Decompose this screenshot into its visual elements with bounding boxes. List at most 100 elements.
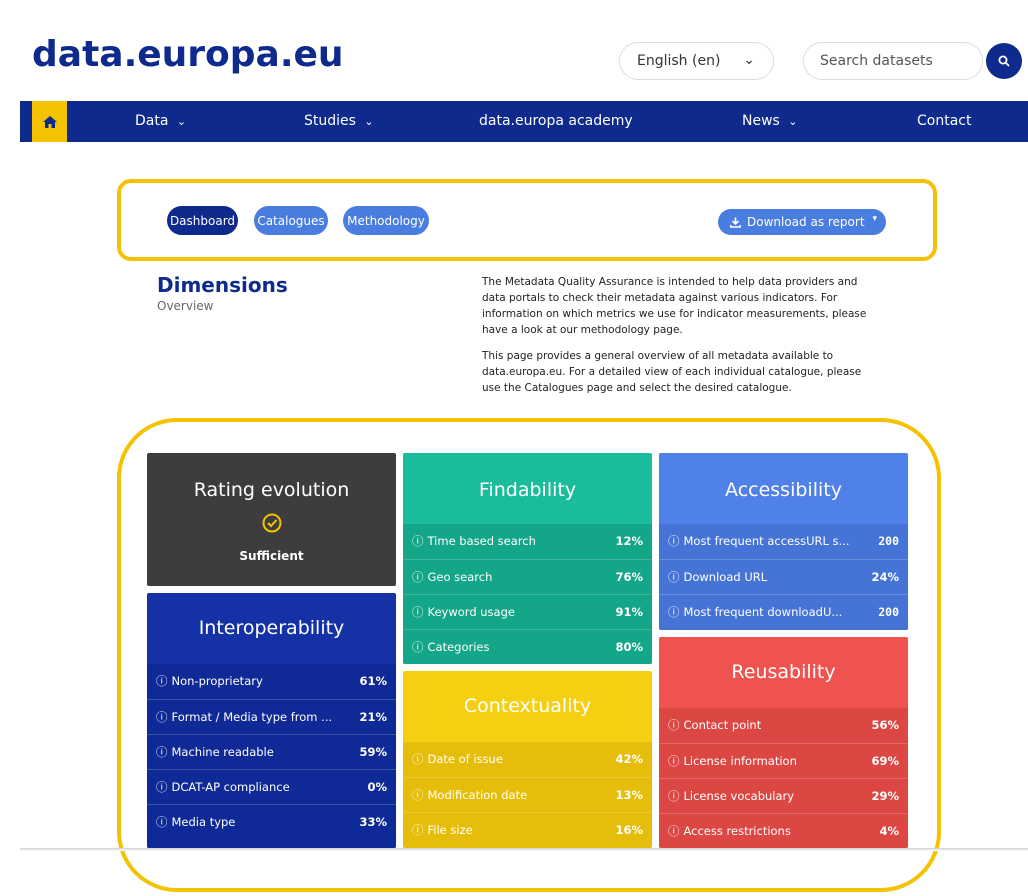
download-report-button[interactable]: Download as report ▾ xyxy=(718,209,886,235)
site-logo[interactable]: data.europa.eu xyxy=(32,34,344,75)
card-title: Reusability xyxy=(731,661,836,683)
findability-rows: ⓘ Time based search 12% ⓘ Geo search 76% ⓘ Ke… xyxy=(403,524,652,664)
list-item[interactable]: ⓘ File size 16% xyxy=(403,812,652,846)
nav-item-contact[interactable]: Contact xyxy=(917,113,971,129)
home-icon xyxy=(42,115,57,128)
row-label: Most frequent downloadU... xyxy=(683,604,843,619)
row-label: Modification date xyxy=(427,787,528,802)
nav-item-studies[interactable]: Studies ⌄ xyxy=(304,113,374,129)
row-value: 56% xyxy=(871,718,899,732)
row-value: 4% xyxy=(879,823,899,838)
row-label: License information xyxy=(683,753,797,768)
row-label: Date of issue xyxy=(427,752,503,766)
row-label: Download URL xyxy=(683,569,768,584)
row-label: Contact point xyxy=(683,718,762,732)
card-title: Contextuality xyxy=(463,695,592,717)
list-item[interactable]: ⓘ Non-proprietary 61% xyxy=(147,664,396,698)
tab-catalogues[interactable]: Catalogues xyxy=(254,206,328,235)
interoperability-card: Interoperability ⓘ Non-proprietary 61% ⓘ Fo… xyxy=(147,593,396,848)
info-icon: ⓘ xyxy=(412,604,424,619)
nav-label: Contact xyxy=(917,113,972,129)
row-label: Categories xyxy=(427,639,490,654)
page-title: Dimensions xyxy=(157,273,288,297)
list-item[interactable]: ⓘ Categories 80% xyxy=(403,629,652,663)
row-label: Access restrictions xyxy=(683,823,791,838)
language-value: English (en) xyxy=(637,53,721,69)
row-label: Time based search xyxy=(427,534,536,548)
home-button[interactable] xyxy=(32,101,67,142)
accessibility-rows: ⓘ Most frequent accessURL s... 200 ⓘ Downlo… xyxy=(659,524,908,630)
reusability-card: Reusability ⓘ Contact point 56% ⓘ License i… xyxy=(659,637,908,848)
search-input[interactable]: Search datasets xyxy=(803,42,983,80)
row-label: License vocabulary xyxy=(683,788,795,803)
list-item[interactable]: ⓘ Date of issue 42% xyxy=(403,742,652,776)
list-item[interactable]: ⓘ Time based search 12% xyxy=(403,524,652,558)
list-item[interactable]: ⓘ License information 69% xyxy=(659,743,908,777)
row-value: 69% xyxy=(871,753,899,768)
list-item[interactable]: ⓘ DCAT-AP compliance 0% xyxy=(147,769,396,803)
info-icon: ⓘ xyxy=(668,753,680,768)
row-label: Format / Media type from ... xyxy=(171,709,333,724)
tab-dashboard[interactable]: Dashboard xyxy=(167,206,238,235)
row-label: Keyword usage xyxy=(427,604,515,619)
row-label: Media type xyxy=(171,814,236,829)
contextuality-card: Contextuality ⓘ Date of issue 42% ⓘ Modific… xyxy=(403,671,652,848)
search-button[interactable] xyxy=(986,43,1022,79)
row-value: 24% xyxy=(871,569,899,584)
list-item[interactable]: ⓘ Machine readable 59% xyxy=(147,734,396,768)
overview-paragraph: This page provides a general overview of… xyxy=(482,350,862,394)
row-label: File size xyxy=(427,822,473,837)
rating-status: Sufficient xyxy=(239,549,304,563)
row-value: 61% xyxy=(359,674,387,688)
info-icon: ⓘ xyxy=(156,779,168,794)
search-placeholder: Search datasets xyxy=(820,53,933,69)
download-label: Download as report xyxy=(747,215,865,229)
nav-item-academy[interactable]: data.europa academy xyxy=(479,113,633,129)
nav-label: News xyxy=(742,113,780,129)
info-icon: ⓘ xyxy=(412,534,424,548)
list-item[interactable]: ⓘ Download URL 24% xyxy=(659,559,908,593)
list-item[interactable]: ⓘ Keyword usage 91% xyxy=(403,594,652,628)
row-value: 42% xyxy=(615,752,643,766)
row-value: 21% xyxy=(359,709,387,724)
list-item[interactable]: ⓘ Geo search 76% xyxy=(403,559,652,593)
interoperability-rows: ⓘ Non-proprietary 61% ⓘ Format / Media type… xyxy=(147,664,396,848)
row-value: 200 xyxy=(878,534,899,548)
language-select[interactable]: English (en) ⌄ xyxy=(619,42,774,80)
info-icon: ⓘ xyxy=(412,822,424,837)
page-fold-divider xyxy=(20,848,1028,851)
tab-methodology[interactable]: Methodology xyxy=(343,206,429,235)
info-icon: ⓘ xyxy=(412,752,424,766)
nav-item-data[interactable]: Data ⌄ xyxy=(135,113,186,129)
list-item[interactable]: ⓘ Access restrictions 4% xyxy=(659,813,908,847)
intro-paragraph: The Metadata Quality Assurance is intend… xyxy=(482,276,867,336)
info-icon: ⓘ xyxy=(412,639,424,654)
logo-text: data.europa.eu xyxy=(32,34,344,75)
rating-evolution-card: Rating evolution Sufficient xyxy=(147,453,396,586)
list-item[interactable]: ⓘ License vocabulary 29% xyxy=(659,778,908,812)
download-icon xyxy=(730,217,741,228)
list-item[interactable]: ⓘ Media type 33% xyxy=(147,804,396,838)
row-value: 33% xyxy=(359,814,387,829)
chevron-down-icon: ⌄ xyxy=(788,115,798,128)
list-item[interactable]: ⓘ Format / Media type from ... 21% xyxy=(147,699,396,733)
row-label: Non-proprietary xyxy=(171,674,263,688)
list-item[interactable]: ⓘ Contact point 56% xyxy=(659,708,908,742)
nav-item-news[interactable]: News ⌄ xyxy=(742,113,798,129)
info-icon: ⓘ xyxy=(156,814,168,829)
chevron-down-icon: ⌄ xyxy=(743,52,755,68)
caret-down-icon[interactable]: ▾ xyxy=(872,214,877,224)
list-item[interactable]: ⓘ Most frequent downloadU... 200 xyxy=(659,594,908,628)
info-icon: ⓘ xyxy=(668,718,680,732)
info-icon: ⓘ xyxy=(668,823,680,838)
card-title: Accessibility xyxy=(725,479,842,501)
accessibility-card: Accessibility ⓘ Most frequent accessURL s… xyxy=(659,453,908,630)
tab-label: Dashboard xyxy=(169,213,236,228)
info-icon: ⓘ xyxy=(668,788,680,803)
chevron-down-icon: ⌄ xyxy=(176,115,187,128)
main-nav: Data ⌄ Studies ⌄ data.europa academy New… xyxy=(20,101,1028,142)
list-item[interactable]: ⓘ Most frequent accessURL s... 200 xyxy=(659,524,908,558)
chevron-down-icon: ⌄ xyxy=(364,115,374,128)
list-item[interactable]: ⓘ Modification date 13% xyxy=(403,777,652,811)
findability-card: Findability ⓘ Time based search 12% ⓘ Geo s… xyxy=(403,453,652,664)
